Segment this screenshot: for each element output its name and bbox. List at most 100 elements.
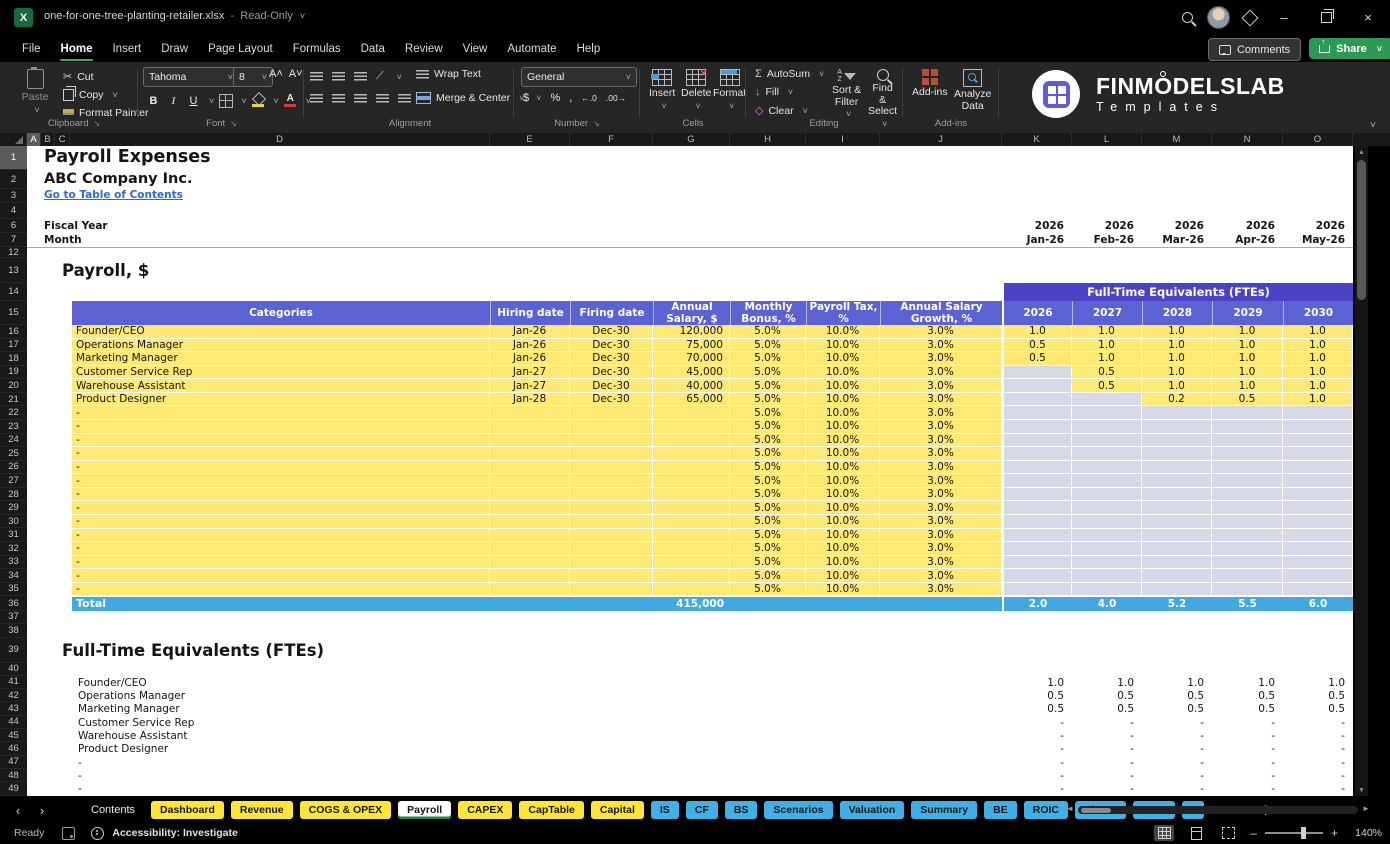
menu-item-page-layout[interactable]: Page Layout	[198, 38, 283, 60]
fte-cell[interactable]: 1.0	[1072, 339, 1142, 353]
cell-salary[interactable]	[653, 420, 730, 434]
cell-hiring[interactable]: Jan-26	[490, 325, 570, 339]
cell-growth[interactable]: 3.0%	[880, 379, 1002, 393]
cell-tax[interactable]: 10.0%	[806, 515, 880, 529]
align-top-icon[interactable]	[310, 72, 323, 81]
normal-view-button[interactable]	[1154, 825, 1174, 841]
fte-row-value[interactable]: 1.0	[1283, 676, 1353, 689]
menu-item-data[interactable]: Data	[351, 38, 395, 60]
sheet-tab-be[interactable]: BE	[984, 801, 1017, 819]
cell-firing[interactable]	[570, 488, 653, 502]
sheet-tab-is[interactable]: IS	[651, 801, 679, 819]
cell-category[interactable]: -	[72, 556, 490, 570]
cell-growth[interactable]: 3.0%	[880, 583, 1002, 597]
cell-growth[interactable]: 3.0%	[880, 461, 1002, 475]
vertical-scroll-thumb[interactable]	[1357, 160, 1366, 300]
column-header-m[interactable]: M	[1142, 133, 1212, 146]
fte-cell[interactable]	[1212, 474, 1283, 488]
sheet-tab-valuation[interactable]: Valuation	[840, 801, 905, 819]
row-header-47[interactable]: 47	[0, 756, 27, 769]
fte-row-value[interactable]: -	[1212, 756, 1283, 769]
fiscal-year-value[interactable]: 2026	[1142, 219, 1212, 233]
cell-hiring[interactable]: Jan-28	[490, 393, 570, 407]
cell-category[interactable]: Customer Service Rep	[72, 366, 490, 380]
cell-tax[interactable]: 10.0%	[806, 569, 880, 583]
fte-row-value[interactable]: 1.0	[1142, 676, 1212, 689]
row-header-1[interactable]: 1	[0, 146, 27, 170]
fte-cell[interactable]	[1283, 542, 1353, 556]
fte-cell[interactable]: 1.0	[1212, 379, 1283, 393]
align-left-icon[interactable]	[310, 94, 323, 103]
fte-cell[interactable]	[1212, 515, 1283, 529]
close-button[interactable]: ×	[1354, 7, 1382, 29]
fte-cell[interactable]	[1004, 420, 1072, 434]
menu-item-formulas[interactable]: Formulas	[283, 38, 351, 60]
fiscal-year-value[interactable]: 2026	[1283, 219, 1353, 233]
cell-category[interactable]: -	[72, 529, 490, 543]
fill-color-button[interactable]	[250, 92, 267, 109]
cell-salary[interactable]	[653, 542, 730, 556]
cell-salary[interactable]	[653, 569, 730, 583]
decrease-font-icon[interactable]: A˅	[289, 68, 303, 80]
row-header-37[interactable]: 37	[0, 611, 27, 624]
fte-cell[interactable]	[1004, 474, 1072, 488]
cell-salary[interactable]	[653, 474, 730, 488]
cell-hiring[interactable]: Jan-27	[490, 366, 570, 380]
page-break-view-button[interactable]	[1218, 825, 1238, 841]
cell-firing[interactable]	[570, 542, 653, 556]
cell-tax[interactable]: 10.0%	[806, 501, 880, 515]
cell-bonus[interactable]: 5.0%	[730, 406, 806, 420]
cell-bonus[interactable]: 5.0%	[730, 379, 806, 393]
cell-salary[interactable]: 65,000	[653, 393, 730, 407]
fte-cell[interactable]	[1072, 420, 1142, 434]
zoom-slider[interactable]	[1265, 832, 1323, 834]
cell-firing[interactable]: Dec-30	[570, 366, 653, 380]
cell-bonus[interactable]: 5.0%	[730, 474, 806, 488]
fte-cell[interactable]	[1004, 379, 1072, 393]
cell-bonus[interactable]: 5.0%	[730, 529, 806, 543]
sheet-tab-capex[interactable]: CAPEX	[458, 801, 512, 819]
fte-row-value[interactable]: 0.5	[1283, 703, 1353, 716]
total-salary[interactable]: 415,000	[653, 597, 730, 612]
cell-hiring[interactable]: Jan-26	[490, 352, 570, 366]
fte-row-value[interactable]: -	[1142, 716, 1212, 729]
table-header-salary[interactable]: Annual Salary, $	[653, 301, 730, 325]
cell-growth[interactable]: 3.0%	[880, 488, 1002, 502]
fte-cell[interactable]	[1004, 406, 1072, 420]
fte-cell[interactable]: 0.5	[1072, 379, 1142, 393]
cell-tax[interactable]: 10.0%	[806, 379, 880, 393]
column-header-b[interactable]: B	[41, 133, 55, 146]
font-dialog-launcher-icon[interactable]: ↘	[230, 119, 237, 128]
fte-cell[interactable]	[1142, 501, 1212, 515]
total-fte-value[interactable]: 5.5	[1212, 597, 1283, 612]
fte-row-value[interactable]: -	[1004, 769, 1072, 782]
table-header-hiring[interactable]: Hiring date	[490, 301, 570, 325]
fte-row-value[interactable]: -	[1004, 743, 1072, 756]
fte-cell[interactable]	[1072, 447, 1142, 461]
cell-hiring[interactable]	[490, 488, 570, 502]
fte-row-value[interactable]: 0.5	[1142, 703, 1212, 716]
menu-item-file[interactable]: File	[12, 38, 51, 60]
menu-item-automate[interactable]: Automate	[497, 38, 566, 60]
cell-bonus[interactable]: 5.0%	[730, 366, 806, 380]
fte-row-value[interactable]: 1.0	[1212, 676, 1283, 689]
row-header-29[interactable]: 29	[0, 501, 27, 515]
sheet-tab-capital[interactable]: Capital	[591, 801, 644, 819]
cell-firing[interactable]: Dec-30	[570, 325, 653, 339]
fte-cell[interactable]	[1142, 434, 1212, 448]
borders-button[interactable]	[217, 92, 234, 109]
fte-cell[interactable]: 1.0	[1212, 339, 1283, 353]
fte-row-name[interactable]: -	[78, 756, 418, 769]
row-header-27[interactable]: 27	[0, 474, 27, 488]
fte-cell[interactable]: 1.0	[1283, 366, 1353, 380]
cell-salary[interactable]: 75,000	[653, 339, 730, 353]
cell-bonus[interactable]: 5.0%	[730, 461, 806, 475]
fte-cell[interactable]: 1.0	[1072, 325, 1142, 339]
fte-cell[interactable]	[1142, 461, 1212, 475]
column-header-n[interactable]: N	[1212, 133, 1283, 146]
fte-cell[interactable]	[1072, 474, 1142, 488]
cell-growth[interactable]: 3.0%	[880, 420, 1002, 434]
menu-item-home[interactable]: Home	[51, 38, 103, 60]
row-header-24[interactable]: 24	[0, 434, 27, 448]
fte-cell[interactable]	[1283, 447, 1353, 461]
